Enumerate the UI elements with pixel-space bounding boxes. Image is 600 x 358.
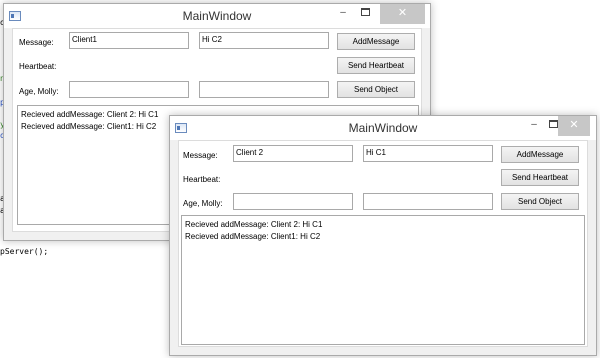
close-button[interactable]: ✕ <box>558 116 590 136</box>
message-log[interactable]: Recieved addMessage: Client 2: Hi C1 Rec… <box>181 215 585 345</box>
message-text-input[interactable]: Hi C2 <box>199 32 329 49</box>
main-window-front: MainWindow – ✕ Message: Client 2 Hi C1 A… <box>169 115 597 356</box>
code-fragment: pServer(); <box>0 247 49 256</box>
maximize-icon <box>548 120 558 129</box>
window-client-area: Message: Client 2 Hi C1 AddMessage Heart… <box>178 140 588 347</box>
age-label: Age, Molly: <box>19 87 59 96</box>
send-object-button[interactable]: Send Object <box>337 81 415 98</box>
maximize-icon <box>360 8 370 17</box>
heartbeat-label: Heartbeat: <box>19 62 57 71</box>
message-label: Message: <box>183 151 218 160</box>
add-message-button[interactable]: AddMessage <box>337 33 415 50</box>
molly-input[interactable] <box>363 193 493 210</box>
age-input[interactable] <box>233 193 353 210</box>
send-heartbeat-button[interactable]: Send Heartbeat <box>337 57 415 74</box>
title-bar[interactable]: MainWindow – ✕ <box>4 4 430 28</box>
age-input[interactable] <box>69 81 189 98</box>
molly-input[interactable] <box>199 81 329 98</box>
close-button[interactable]: ✕ <box>380 4 425 24</box>
message-label: Message: <box>19 38 54 47</box>
log-entry: Recieved addMessage: Client 2: Hi C1 <box>185 220 323 229</box>
send-heartbeat-button[interactable]: Send Heartbeat <box>501 169 579 186</box>
desktop: ot nt p yc ol ar ad pServer(); MainWindo… <box>0 0 600 358</box>
title-bar[interactable]: MainWindow – ✕ <box>170 116 596 140</box>
message-text-input[interactable]: Hi C1 <box>363 145 493 162</box>
maximize-button[interactable] <box>354 4 376 24</box>
age-label: Age, Molly: <box>183 199 223 208</box>
add-message-button[interactable]: AddMessage <box>501 146 579 163</box>
message-client-input[interactable]: Client 2 <box>233 145 353 162</box>
minimize-button[interactable]: – <box>332 4 354 24</box>
message-client-input[interactable]: Client1 <box>69 32 189 49</box>
send-object-button[interactable]: Send Object <box>501 193 579 210</box>
heartbeat-label: Heartbeat: <box>183 175 221 184</box>
log-entry: Recieved addMessage: Client1: Hi C2 <box>185 232 321 241</box>
